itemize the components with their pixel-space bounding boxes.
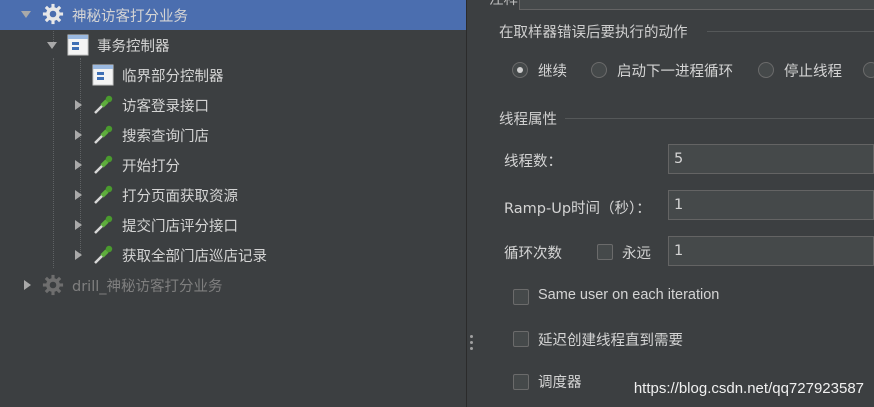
- section-divider: [707, 31, 874, 32]
- split-pane-divider[interactable]: [466, 0, 479, 407]
- tree-item-label: 访客登录接口: [122, 98, 209, 115]
- radio-continue-label[interactable]: 继续: [538, 60, 567, 81]
- tree-item-sampler[interactable]: 打分页面获取资源: [0, 180, 466, 210]
- scheduler-label[interactable]: 调度器: [538, 371, 582, 392]
- expand-arrow-icon[interactable]: [47, 42, 57, 49]
- gear-icon: [42, 3, 64, 25]
- scheduler-checkbox[interactable]: [513, 374, 529, 390]
- pipette-sampler-icon: [94, 95, 113, 114]
- tree-item-sampler[interactable]: 访客登录接口: [0, 90, 466, 120]
- expand-arrow-icon[interactable]: [24, 280, 31, 290]
- comment-input[interactable]: [519, 0, 874, 10]
- tree-item-transaction-controller[interactable]: 事务控制器: [0, 30, 466, 60]
- expand-arrow-icon[interactable]: [75, 100, 82, 110]
- rampup-label: Ramp-Up时间（秒）：: [504, 201, 651, 217]
- splitter-grip-icon: [470, 341, 473, 344]
- delay-thread-creation-label[interactable]: 延迟创建线程直到需要: [538, 329, 683, 350]
- comment-label: 注释: [489, 0, 518, 8]
- loop-count-input[interactable]: 1: [668, 236, 874, 266]
- tree-item-sampler[interactable]: 搜索查询门店: [0, 120, 466, 150]
- gear-icon: [42, 274, 64, 296]
- tree-item-critical-section-controller[interactable]: 临界部分控制器: [0, 60, 466, 90]
- tree-item-label: 事务控制器: [97, 38, 170, 55]
- radio-stop-thread-label[interactable]: 停止线程: [784, 60, 842, 81]
- thread-count-input[interactable]: 5: [668, 144, 874, 174]
- expand-arrow-icon[interactable]: [21, 11, 31, 18]
- pipette-sampler-icon: [94, 155, 113, 174]
- critical-section-controller-icon: [92, 64, 114, 86]
- pipette-sampler-icon: [94, 215, 113, 234]
- expand-arrow-icon[interactable]: [75, 190, 82, 200]
- test-plan-tree[interactable]: 神秘访客打分业务 事务控制器 临界部分控制器 访客登录接口 搜索查询门店 开始打…: [0, 0, 466, 407]
- same-user-checkbox[interactable]: [513, 289, 529, 305]
- tree-item-sampler[interactable]: 获取全部门店巡店记录: [0, 240, 466, 270]
- pipette-sampler-icon: [94, 125, 113, 144]
- splitter-grip-icon: [470, 335, 473, 338]
- expand-arrow-icon[interactable]: [75, 220, 82, 230]
- thread-count-label: 线程数：: [504, 154, 562, 170]
- transaction-controller-icon: [67, 34, 89, 56]
- thread-properties-title: 线程属性: [499, 112, 557, 128]
- radio-start-next-loop-label[interactable]: 启动下一进程循环: [617, 60, 733, 81]
- expand-arrow-icon[interactable]: [75, 250, 82, 260]
- expand-arrow-icon[interactable]: [75, 130, 82, 140]
- tree-item-root[interactable]: 神秘访客打分业务: [0, 0, 466, 30]
- pipette-sampler-icon: [94, 185, 113, 204]
- radio-continue[interactable]: [512, 62, 528, 78]
- tree-item-drill-thread-group[interactable]: drill_神秘访客打分业务: [0, 270, 466, 300]
- rampup-input[interactable]: 1: [668, 190, 874, 220]
- tree-item-label: drill_神秘访客打分业务: [72, 278, 223, 295]
- tree-item-label: 获取全部门店巡店记录: [122, 248, 267, 265]
- section-divider: [565, 118, 874, 119]
- same-user-label[interactable]: Same user on each iteration: [538, 287, 719, 303]
- error-action-title: 在取样器错误后要执行的动作: [499, 25, 688, 41]
- tree-item-label: 提交门店评分接口: [122, 218, 238, 235]
- tree-item-label: 开始打分: [122, 158, 180, 175]
- tree-item-label: 打分页面获取资源: [122, 188, 238, 205]
- splitter-grip-icon: [470, 347, 473, 350]
- delay-thread-creation-checkbox[interactable]: [513, 331, 529, 347]
- pipette-sampler-icon: [94, 245, 113, 264]
- thread-group-settings-panel: 注释 在取样器错误后要执行的动作 继续 启动下一进程循环 停止线程 线程属性 线…: [479, 0, 874, 407]
- tree-item-sampler[interactable]: 开始打分: [0, 150, 466, 180]
- forever-label[interactable]: 永远: [622, 242, 651, 263]
- radio-start-next-loop[interactable]: [591, 62, 607, 78]
- radio-stop-test[interactable]: [863, 62, 874, 78]
- forever-checkbox[interactable]: [597, 244, 613, 260]
- expand-arrow-icon[interactable]: [75, 160, 82, 170]
- watermark-text: https://blog.csdn.net/qq727923587: [633, 380, 864, 397]
- tree-item-sampler[interactable]: 提交门店评分接口: [0, 210, 466, 240]
- tree-item-label: 搜索查询门店: [122, 128, 209, 145]
- tree-item-label: 神秘访客打分业务: [72, 8, 188, 25]
- tree-item-label: 临界部分控制器: [122, 68, 224, 85]
- radio-stop-thread[interactable]: [758, 62, 774, 78]
- loop-count-label: 循环次数: [504, 246, 562, 262]
